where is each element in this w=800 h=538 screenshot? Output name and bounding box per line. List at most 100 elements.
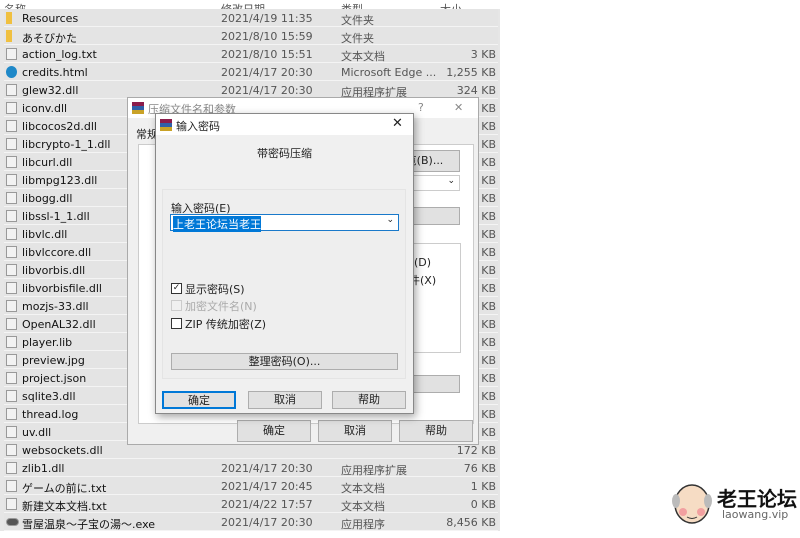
file-row[interactable]: あそびかた 2021/8/10 15:59 文件夹 (4, 27, 498, 45)
image-icon (6, 354, 17, 366)
encrypt-filenames-label: 加密文件名(N) (185, 300, 257, 313)
file-name: iconv.dll (22, 102, 68, 115)
file-size: 1 KB (470, 480, 496, 493)
cancel-button[interactable]: 取消 (318, 420, 392, 442)
file-type: 文本文档 (341, 500, 385, 513)
file-size: 1,255 KB (446, 66, 496, 79)
edge-icon (6, 66, 17, 78)
option-d[interactable]: (D) (414, 256, 431, 269)
file-size: KB (481, 282, 496, 295)
file-type: 应用程序 (341, 518, 385, 531)
file-size: KB (481, 390, 496, 403)
dll-icon (6, 138, 17, 150)
file-name: Resources (22, 12, 79, 25)
file-size: 76 KB (463, 462, 496, 475)
file-name: project.json (22, 372, 87, 385)
cancel-button[interactable]: 取消 (248, 391, 322, 409)
close-icon[interactable]: ✕ (454, 101, 463, 114)
file-type: 文本文档 (341, 50, 385, 63)
file-name: libssl-1_1.dll (22, 210, 90, 223)
file-icon (6, 372, 17, 384)
file-date: 2021/4/17 20:30 (221, 516, 313, 529)
text-file-icon (6, 498, 17, 510)
file-row[interactable]: action_log.txt 2021/8/10 15:51 文本文档 3 KB (4, 45, 498, 63)
dll-icon (6, 246, 17, 258)
file-name: preview.jpg (22, 354, 85, 367)
file-name: 新建文本文档.txt (22, 500, 107, 513)
file-name: player.lib (22, 336, 73, 349)
file-type: 应用程序扩展 (341, 464, 407, 477)
file-name: libvlc.dll (22, 228, 68, 241)
zip-legacy-label[interactable]: ZIP 传统加密(Z) (185, 316, 266, 332)
file-size: KB (481, 102, 496, 115)
file-row[interactable]: credits.html 2021/4/17 20:30 Microsoft Edg… (4, 63, 498, 81)
file-size: KB (481, 120, 496, 133)
show-password-checkbox[interactable]: ✓ (171, 283, 182, 294)
text-file-icon (6, 48, 17, 60)
file-row[interactable]: Resources 2021/4/19 11:35 文件夹 (4, 9, 498, 27)
dialog-heading: 带密码压缩 (257, 147, 312, 160)
zip-legacy-checkbox[interactable] (171, 318, 182, 329)
file-date: 2021/8/10 15:59 (221, 30, 313, 43)
help-button[interactable]: 帮助 (399, 420, 473, 442)
file-type: Microsoft Edge ... (341, 66, 437, 79)
file-name: zlib1.dll (22, 462, 65, 475)
dll-icon (6, 84, 17, 96)
file-size: KB (481, 174, 496, 187)
dll-icon (6, 390, 17, 402)
file-date: 2021/4/17 20:30 (221, 462, 313, 475)
ok-button[interactable]: 确定 (162, 391, 236, 409)
help-icon[interactable]: ? (418, 101, 424, 114)
file-date: 2021/4/22 17:57 (221, 498, 313, 511)
dll-icon (6, 102, 17, 114)
dialog-title: 输入密码 (176, 120, 220, 133)
file-size: 0 KB (470, 498, 496, 511)
dll-icon (6, 264, 17, 276)
title-bar: 输入密码 ✕ (156, 114, 413, 135)
file-size: KB (481, 138, 496, 151)
file-size: KB (481, 336, 496, 349)
file-name: libmpg123.dll (22, 174, 98, 187)
file-date: 2021/4/17 20:30 (221, 84, 313, 97)
file-icon (6, 336, 17, 348)
help-button[interactable]: 帮助 (332, 391, 406, 409)
close-icon[interactable]: ✕ (392, 116, 403, 131)
file-size: KB (481, 318, 496, 331)
file-size: KB (481, 372, 496, 385)
file-row[interactable]: 新建文本文档.txt 2021/4/22 17:57 文本文档 0 KB (4, 495, 498, 513)
file-name: ゲームの前に.txt (22, 482, 107, 495)
file-name: libogg.dll (22, 192, 73, 205)
file-name: thread.log (22, 408, 79, 421)
dll-icon (6, 228, 17, 240)
file-name: libcocos2d.dll (22, 120, 97, 133)
file-date: 2021/8/10 15:51 (221, 48, 313, 61)
file-size: KB (481, 228, 496, 241)
file-size: KB (481, 246, 496, 259)
file-name: websockets.dll (22, 444, 103, 457)
file-name: libcrypto-1_1.dll (22, 138, 111, 151)
file-date: 2021/4/17 20:30 (221, 66, 313, 79)
file-size: 172 KB (456, 444, 496, 457)
password-input[interactable]: 上老王论坛当老王 ⌄ (170, 214, 399, 232)
file-date: 2021/4/17 20:45 (221, 480, 313, 493)
file-row[interactable]: ゲームの前に.txt 2021/4/17 20:45 文本文档 1 KB (4, 477, 498, 495)
show-password-label[interactable]: 显示密码(S) (185, 281, 245, 297)
chevron-down-icon[interactable]: ⌄ (386, 215, 394, 225)
dll-icon (6, 174, 17, 186)
organize-passwords-button[interactable]: 整理密码(O)... (171, 353, 398, 370)
file-name: libvorbisfile.dll (22, 282, 102, 295)
gamepad-icon (6, 518, 19, 526)
file-date: 2021/4/19 11:35 (221, 12, 313, 25)
file-icon (6, 408, 17, 420)
ok-button[interactable]: 确定 (237, 420, 311, 442)
dll-icon (6, 192, 17, 204)
dll-icon (6, 210, 17, 222)
file-name: あそびかた (22, 32, 77, 45)
file-name: 雪屋温泉～子宝の湯～.exe (22, 518, 156, 531)
file-row[interactable]: zlib1.dll 2021/4/17 20:30 应用程序扩展 76 KB (4, 459, 498, 477)
folder-icon (6, 30, 12, 42)
dll-icon (6, 444, 17, 456)
file-name: libcurl.dll (22, 156, 73, 169)
file-row[interactable]: 雪屋温泉～子宝の湯～.exe 2021/4/17 20:30 应用程序 8,456 K… (4, 513, 498, 531)
dll-icon (6, 282, 17, 294)
